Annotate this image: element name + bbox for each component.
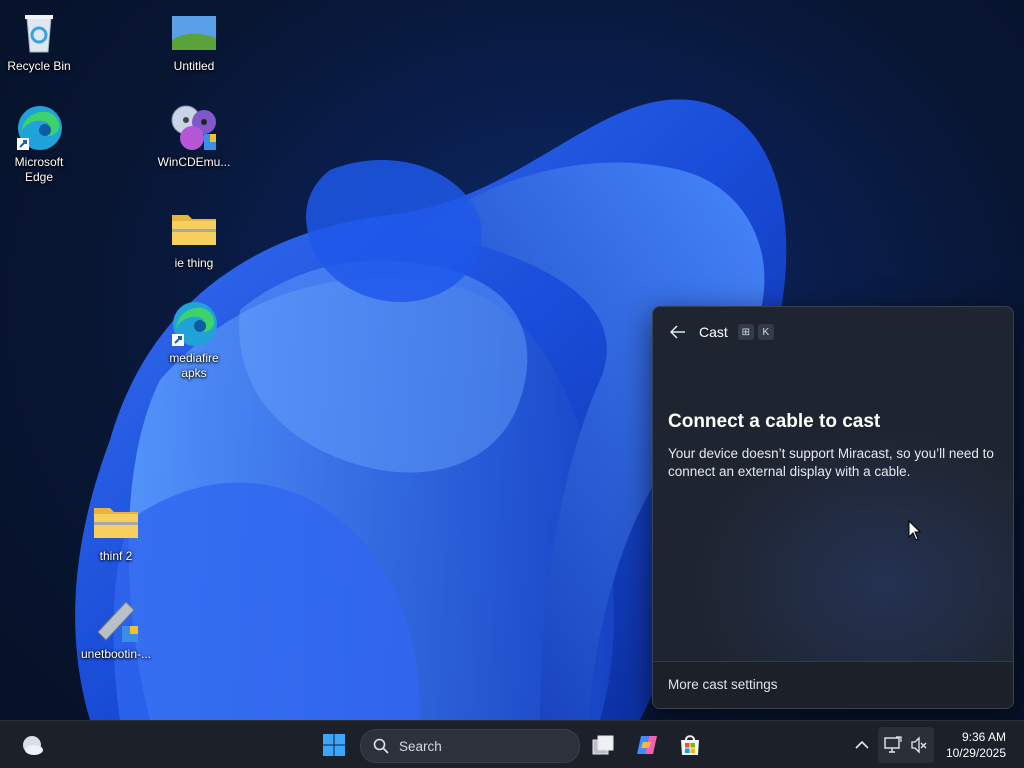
desktop-icon-wincdemu[interactable]: WinCDEmu... xyxy=(156,104,232,170)
desktop-icon-label: unetbootin-... xyxy=(80,647,152,661)
store-icon xyxy=(681,735,699,755)
task-view-button[interactable] xyxy=(587,729,619,761)
copilot-button[interactable] xyxy=(631,729,663,761)
unetbootin-icon xyxy=(92,596,140,644)
search-placeholder: Search xyxy=(399,738,442,754)
desktop-icon-recycle-bin[interactable]: Recycle Bin xyxy=(1,8,77,74)
start-button[interactable] xyxy=(318,729,350,761)
disc-icon xyxy=(170,104,218,152)
clock-time: 9:36 AM xyxy=(961,730,1006,744)
task-view-icon xyxy=(592,735,614,755)
edge-icon xyxy=(15,104,63,152)
microsoft-store-button[interactable] xyxy=(674,729,706,761)
desktop-icon-mediafire-apks[interactable]: mediafire apks xyxy=(156,300,232,381)
zip-folder-icon xyxy=(92,498,140,546)
shortcut-hint: ⊞ K xyxy=(737,324,774,340)
cast-heading: Connect a cable to cast xyxy=(668,411,881,432)
chevron-up-icon xyxy=(855,740,869,749)
cast-footer: More cast settings xyxy=(653,661,1013,708)
back-arrow-icon xyxy=(670,325,685,339)
desktop-icon-label: Untitled xyxy=(173,59,215,73)
k-key: K xyxy=(757,324,774,340)
taskbar: Search 9:36 AM 10/29/2025 xyxy=(0,720,1024,768)
weather-cloud-icon xyxy=(23,736,43,755)
desktop-icon-microsoft-edge[interactable]: Microsoft Edge xyxy=(1,104,77,185)
desktop-icon-unetbootin[interactable]: unetbootin-... xyxy=(78,596,154,662)
cast-panel: Cast ⊞ K Connect a cable to cast Your de… xyxy=(652,306,1014,709)
cast-header: Cast ⊞ K xyxy=(667,321,774,343)
image-file-icon xyxy=(170,8,218,56)
desktop-icon-label: WinCDEmu... xyxy=(157,155,231,169)
desktop-icon-ie-thing[interactable]: ie thing xyxy=(156,205,232,271)
windows-logo-icon xyxy=(323,734,345,756)
copilot-icon xyxy=(637,736,657,754)
quick-settings-button[interactable] xyxy=(878,727,934,763)
mouse-cursor-icon xyxy=(908,520,922,541)
network-icon xyxy=(884,736,902,753)
desktop-icon-label: mediafire apks xyxy=(169,351,219,380)
edge-icon xyxy=(170,300,218,348)
search-icon xyxy=(373,738,389,754)
desktop-icon-label: Recycle Bin xyxy=(7,59,71,73)
cast-title: Cast xyxy=(699,324,728,340)
taskbar-search-box[interactable]: Search xyxy=(360,729,580,763)
recycle-bin-icon xyxy=(15,8,63,56)
back-button[interactable] xyxy=(667,321,689,343)
desktop-icon-thinf-2[interactable]: thinf 2 xyxy=(78,498,154,564)
windows-key-icon: ⊞ xyxy=(737,324,754,340)
clock[interactable]: 9:36 AM 10/29/2025 xyxy=(946,729,1006,761)
desktop-icon-label: Microsoft Edge xyxy=(14,155,64,184)
desktop-icon-untitled[interactable]: Untitled xyxy=(156,8,232,74)
clock-date: 10/29/2025 xyxy=(945,746,1006,760)
widgets-button[interactable] xyxy=(16,729,48,761)
show-hidden-icons-button[interactable] xyxy=(846,729,878,761)
volume-muted-icon xyxy=(911,736,927,754)
cast-message: Your device doesn’t support Miracast, so… xyxy=(668,446,994,479)
more-cast-settings-link[interactable]: More cast settings xyxy=(668,677,778,692)
zip-folder-icon xyxy=(170,205,218,253)
desktop-icon-label: ie thing xyxy=(174,256,214,270)
desktop-icon-label: thinf 2 xyxy=(99,549,133,563)
